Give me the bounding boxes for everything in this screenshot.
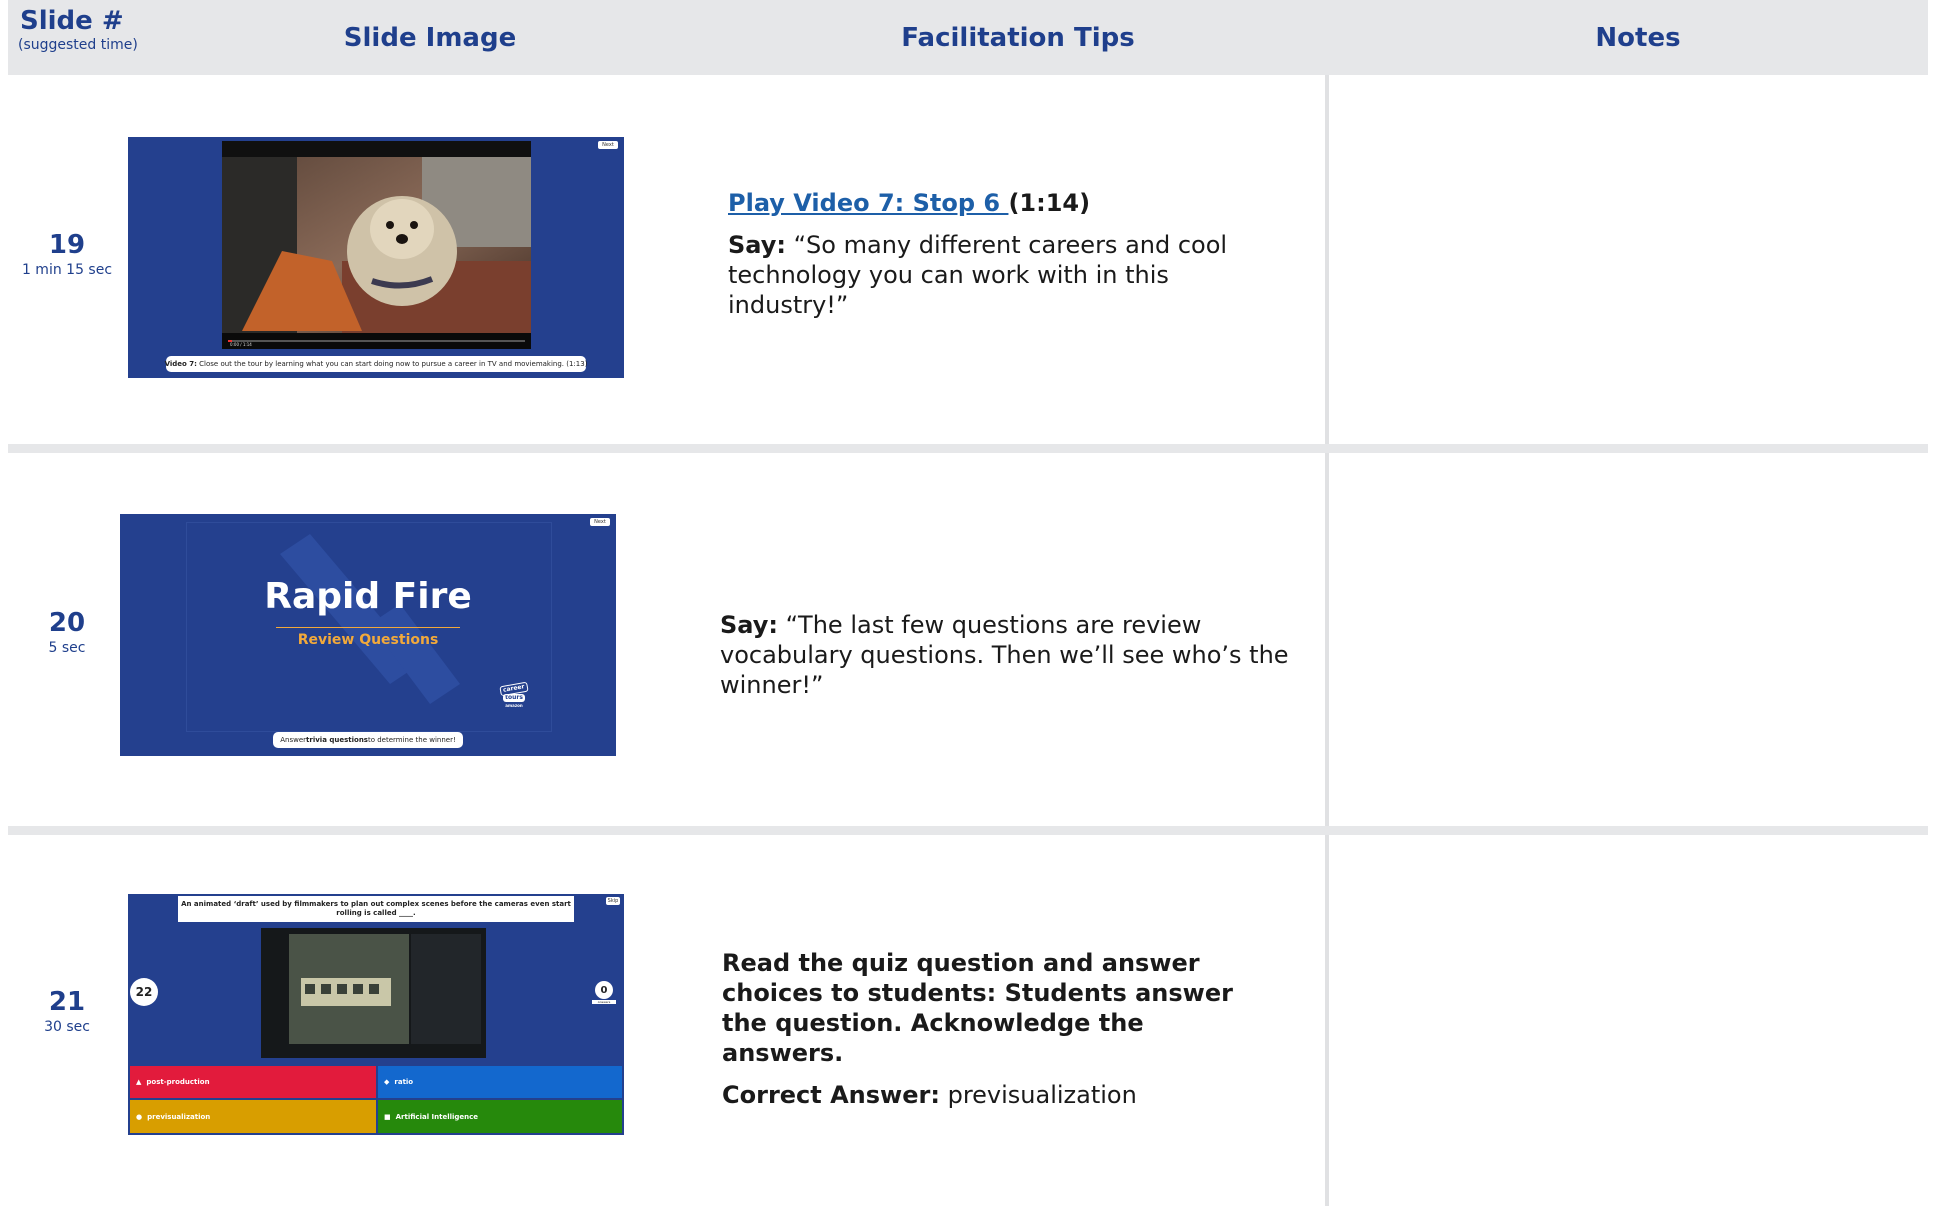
- say-label: Say:: [728, 231, 786, 259]
- row-21-tips: Read the quiz question and answer choice…: [722, 948, 1242, 1110]
- header-facilitation-tips: Facilitation Tips: [901, 22, 1135, 53]
- header-notes: Notes: [1595, 22, 1681, 53]
- quiz-instruction: Read the quiz question and answer choice…: [722, 949, 1233, 1067]
- answer-option-3: ● previsualization: [130, 1100, 376, 1133]
- slide-title: Rapid Fire: [264, 576, 472, 617]
- player-time: 0:00 / 1:14: [230, 342, 252, 347]
- career-tours-logo: career tours amazon: [494, 681, 534, 710]
- video-frame: [222, 157, 531, 349]
- answers-count: 0: [595, 981, 613, 999]
- header-slide-sublabel: (suggested time): [18, 37, 138, 53]
- row-21-number-cell: 21 30 sec: [7, 987, 127, 1037]
- slide-19-thumbnail: Next 0:00 / 1:14 Video 7: Close out the …: [128, 137, 624, 378]
- square-icon: ■: [384, 1112, 391, 1121]
- answers-counter: 0 Answers: [592, 981, 616, 1005]
- quiz-image-frame: [261, 928, 486, 1058]
- row-19-tips: Play Video 7: Stop 6 (1:14) Say: “So man…: [728, 188, 1288, 320]
- circle-icon: ●: [136, 1112, 143, 1121]
- video-length: (1:14): [1008, 189, 1091, 217]
- row-19-number-cell: 19 1 min 15 sec: [7, 230, 127, 280]
- slide-caption: Video 7: Close out the tour by learning …: [164, 356, 588, 372]
- title-underline: [276, 627, 460, 628]
- table-header: Slide # (suggested time) Slide Image Fac…: [8, 0, 1928, 75]
- quiz-timer: 22: [130, 978, 158, 1006]
- say-text: “So many different careers and cool tech…: [728, 231, 1228, 319]
- quiz-image: [261, 928, 486, 1058]
- next-button: Next: [598, 141, 618, 149]
- correct-answer-text: previsualization: [947, 1081, 1137, 1109]
- slide-20-thumbnail: Next Rapid Fire Review Questions career …: [120, 514, 616, 756]
- header-slide-label: Slide #: [20, 6, 124, 36]
- slide-number: 19: [48, 230, 86, 260]
- row-divider: [8, 826, 1928, 835]
- quiz-question: An animated ‘draft’ used by filmmakers t…: [178, 896, 574, 922]
- slide-number: 21: [48, 987, 86, 1017]
- correct-answer-label: Correct Answer:: [722, 1081, 940, 1109]
- say-text: “The last few questions are review vocab…: [720, 611, 1289, 699]
- diamond-icon: ◆: [384, 1078, 390, 1086]
- slide-duration: 1 min 15 sec: [21, 262, 113, 278]
- row-divider: [8, 444, 1928, 453]
- answer-option-1: ▲ post-production: [130, 1066, 376, 1098]
- video-player: 0:00 / 1:14: [222, 141, 531, 349]
- triangle-icon: ▲: [136, 1078, 142, 1086]
- say-label: Say:: [720, 611, 778, 639]
- slide-duration: 5 sec: [48, 640, 86, 656]
- caption-text: Close out the tour by learning what you …: [199, 360, 588, 368]
- header-slide-cell: Slide # (suggested time): [18, 6, 138, 54]
- answer-option-2: ◆ ratio: [378, 1066, 622, 1098]
- answer-option-4: ■ Artificial Intelligence: [378, 1100, 622, 1133]
- caption-bold: Video 7:: [164, 360, 197, 368]
- row-20-number-cell: 20 5 sec: [7, 608, 127, 658]
- slide-21-thumbnail: Skip An animated ‘draft’ used by filmmak…: [128, 894, 624, 1135]
- row-20-tips: Say: “The last few questions are review …: [720, 610, 1300, 700]
- slide-caption: Answer trivia questions to determine the…: [273, 732, 463, 748]
- answers-label: Answers: [592, 1000, 616, 1004]
- header-slide-image: Slide Image: [343, 22, 517, 53]
- slide-duration: 30 sec: [44, 1019, 90, 1035]
- slide-number: 20: [48, 608, 86, 638]
- play-video-link[interactable]: Play Video 7: Stop 6: [728, 189, 1008, 217]
- skip-button: Skip: [606, 897, 620, 905]
- column-divider: [1325, 75, 1329, 1206]
- slide-subtitle: Review Questions: [297, 632, 439, 648]
